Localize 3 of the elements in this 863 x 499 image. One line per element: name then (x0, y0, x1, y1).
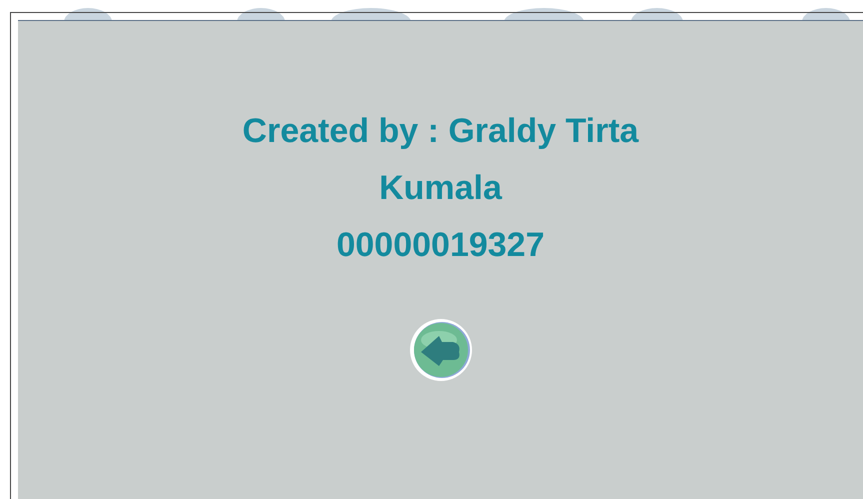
back-button[interactable] (408, 318, 472, 382)
credit-text: Created by : Graldy Tirta Kumala (241, 111, 640, 209)
student-id-text: 00000019327 (336, 225, 544, 266)
